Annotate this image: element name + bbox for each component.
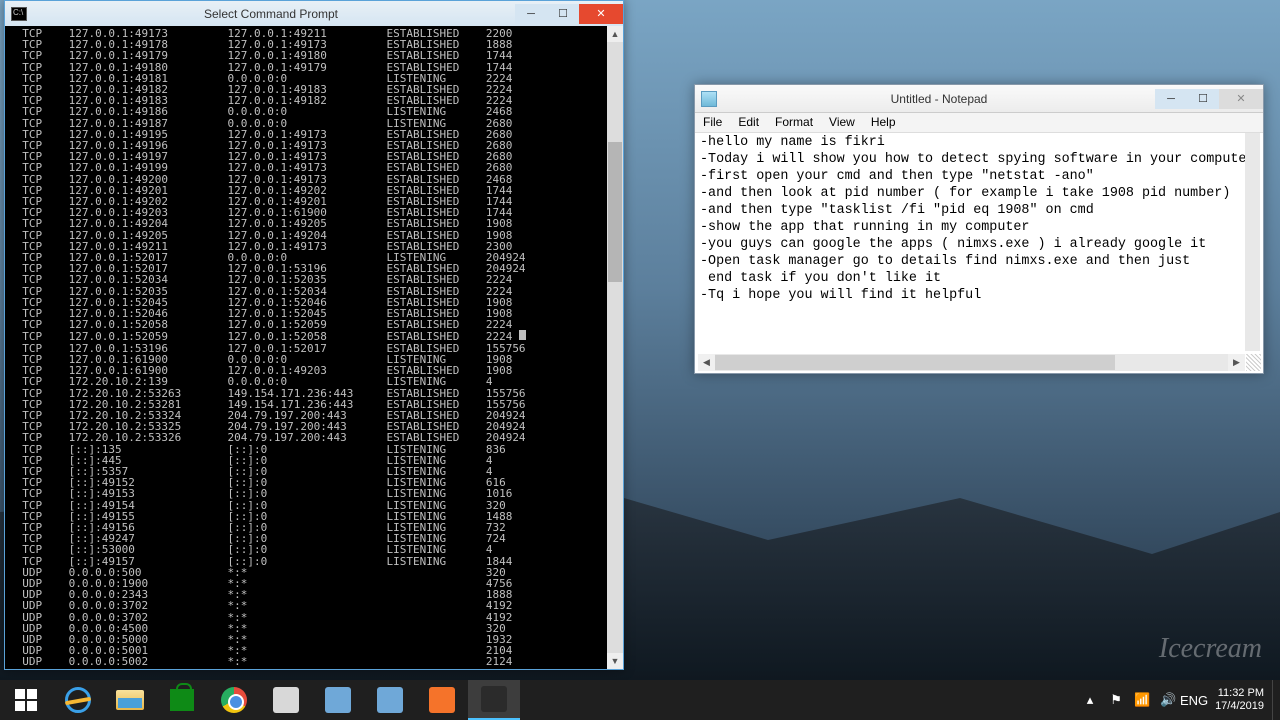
tray-chevron-icon[interactable]: ▴: [1081, 691, 1099, 709]
scroll-down-icon[interactable]: ▼: [607, 653, 623, 669]
app-icon: [377, 687, 403, 713]
taskbar-chrome[interactable]: [208, 680, 260, 720]
clock-time: 11:32 PM: [1215, 687, 1264, 700]
cmd-titlebar[interactable]: C:\ Select Command Prompt ─ ☐ ✕: [5, 1, 623, 26]
menu-help[interactable]: Help: [863, 113, 904, 132]
notepad-title: Untitled - Notepad: [723, 92, 1155, 106]
taskbar: ▴ ⚑ 📶 🔊 ENG 11:32 PM 17/4/2019: [0, 680, 1280, 720]
menu-edit[interactable]: Edit: [730, 113, 767, 132]
close-button[interactable]: ✕: [1219, 89, 1263, 109]
taskbar-app-4[interactable]: [416, 680, 468, 720]
start-button[interactable]: [0, 680, 52, 720]
notepad-window: Untitled - Notepad ─ ☐ ✕ File Edit Forma…: [694, 84, 1264, 374]
scroll-right-icon[interactable]: ▶: [1228, 354, 1245, 371]
taskbar-app-1[interactable]: [260, 680, 312, 720]
taskbar-ie[interactable]: [52, 680, 104, 720]
taskbar-explorer[interactable]: [104, 680, 156, 720]
close-button[interactable]: ✕: [579, 4, 623, 24]
notepad-titlebar[interactable]: Untitled - Notepad ─ ☐ ✕: [695, 85, 1263, 113]
resize-grip[interactable]: [1246, 354, 1261, 371]
menu-file[interactable]: File: [695, 113, 730, 132]
maximize-button[interactable]: ☐: [1187, 89, 1219, 109]
scroll-thumb[interactable]: [608, 142, 622, 282]
minimize-button[interactable]: ─: [515, 4, 547, 24]
notepad-menubar: File Edit Format View Help: [695, 113, 1263, 133]
cmd-icon: [481, 686, 507, 712]
tray-network-icon[interactable]: 📶: [1133, 691, 1151, 709]
clock-date: 17/4/2019: [1215, 700, 1264, 713]
cmd-output[interactable]: TCP 127.0.0.1:49173 127.0.0.1:49211 ESTA…: [5, 26, 607, 669]
cmd-scrollbar[interactable]: ▲ ▼: [607, 26, 623, 669]
menu-view[interactable]: View: [821, 113, 863, 132]
tray-language[interactable]: ENG: [1185, 691, 1203, 709]
cmd-icon: C:\: [11, 7, 27, 21]
store-icon: [170, 689, 194, 711]
taskbar-clock[interactable]: 11:32 PM 17/4/2019: [1207, 687, 1272, 713]
tray-security-icon[interactable]: ⚑: [1107, 691, 1125, 709]
notepad-icon: [701, 91, 717, 107]
taskbar-app-3[interactable]: [364, 680, 416, 720]
show-desktop-button[interactable]: [1272, 680, 1280, 720]
minimize-button[interactable]: ─: [1155, 89, 1187, 109]
app-icon: [325, 687, 351, 713]
cmd-title: Select Command Prompt: [27, 7, 515, 21]
hscroll-thumb[interactable]: [715, 355, 1115, 370]
system-tray: ▴ ⚑ 📶 🔊 ENG 11:32 PM 17/4/2019: [1077, 680, 1280, 720]
taskbar-app-2[interactable]: [312, 680, 364, 720]
notepad-vscroll[interactable]: [1245, 133, 1260, 351]
taskbar-store[interactable]: [156, 680, 208, 720]
menu-format[interactable]: Format: [767, 113, 821, 132]
tray-volume-icon[interactable]: 🔊: [1159, 691, 1177, 709]
app-icon: [273, 687, 299, 713]
taskbar-cmd[interactable]: [468, 680, 520, 720]
maximize-button[interactable]: ☐: [547, 4, 579, 24]
internet-explorer-icon: [65, 687, 91, 713]
app-icon: [429, 687, 455, 713]
scroll-left-icon[interactable]: ◀: [698, 354, 715, 371]
chrome-icon: [221, 687, 247, 713]
notepad-textarea[interactable]: -hello my name is fikri -Today i will sh…: [698, 133, 1260, 351]
folder-icon: [116, 690, 144, 710]
notepad-hscroll[interactable]: ◀ ▶: [698, 354, 1245, 371]
command-prompt-window: C:\ Select Command Prompt ─ ☐ ✕ TCP 127.…: [4, 0, 624, 670]
scroll-up-icon[interactable]: ▲: [607, 26, 623, 42]
